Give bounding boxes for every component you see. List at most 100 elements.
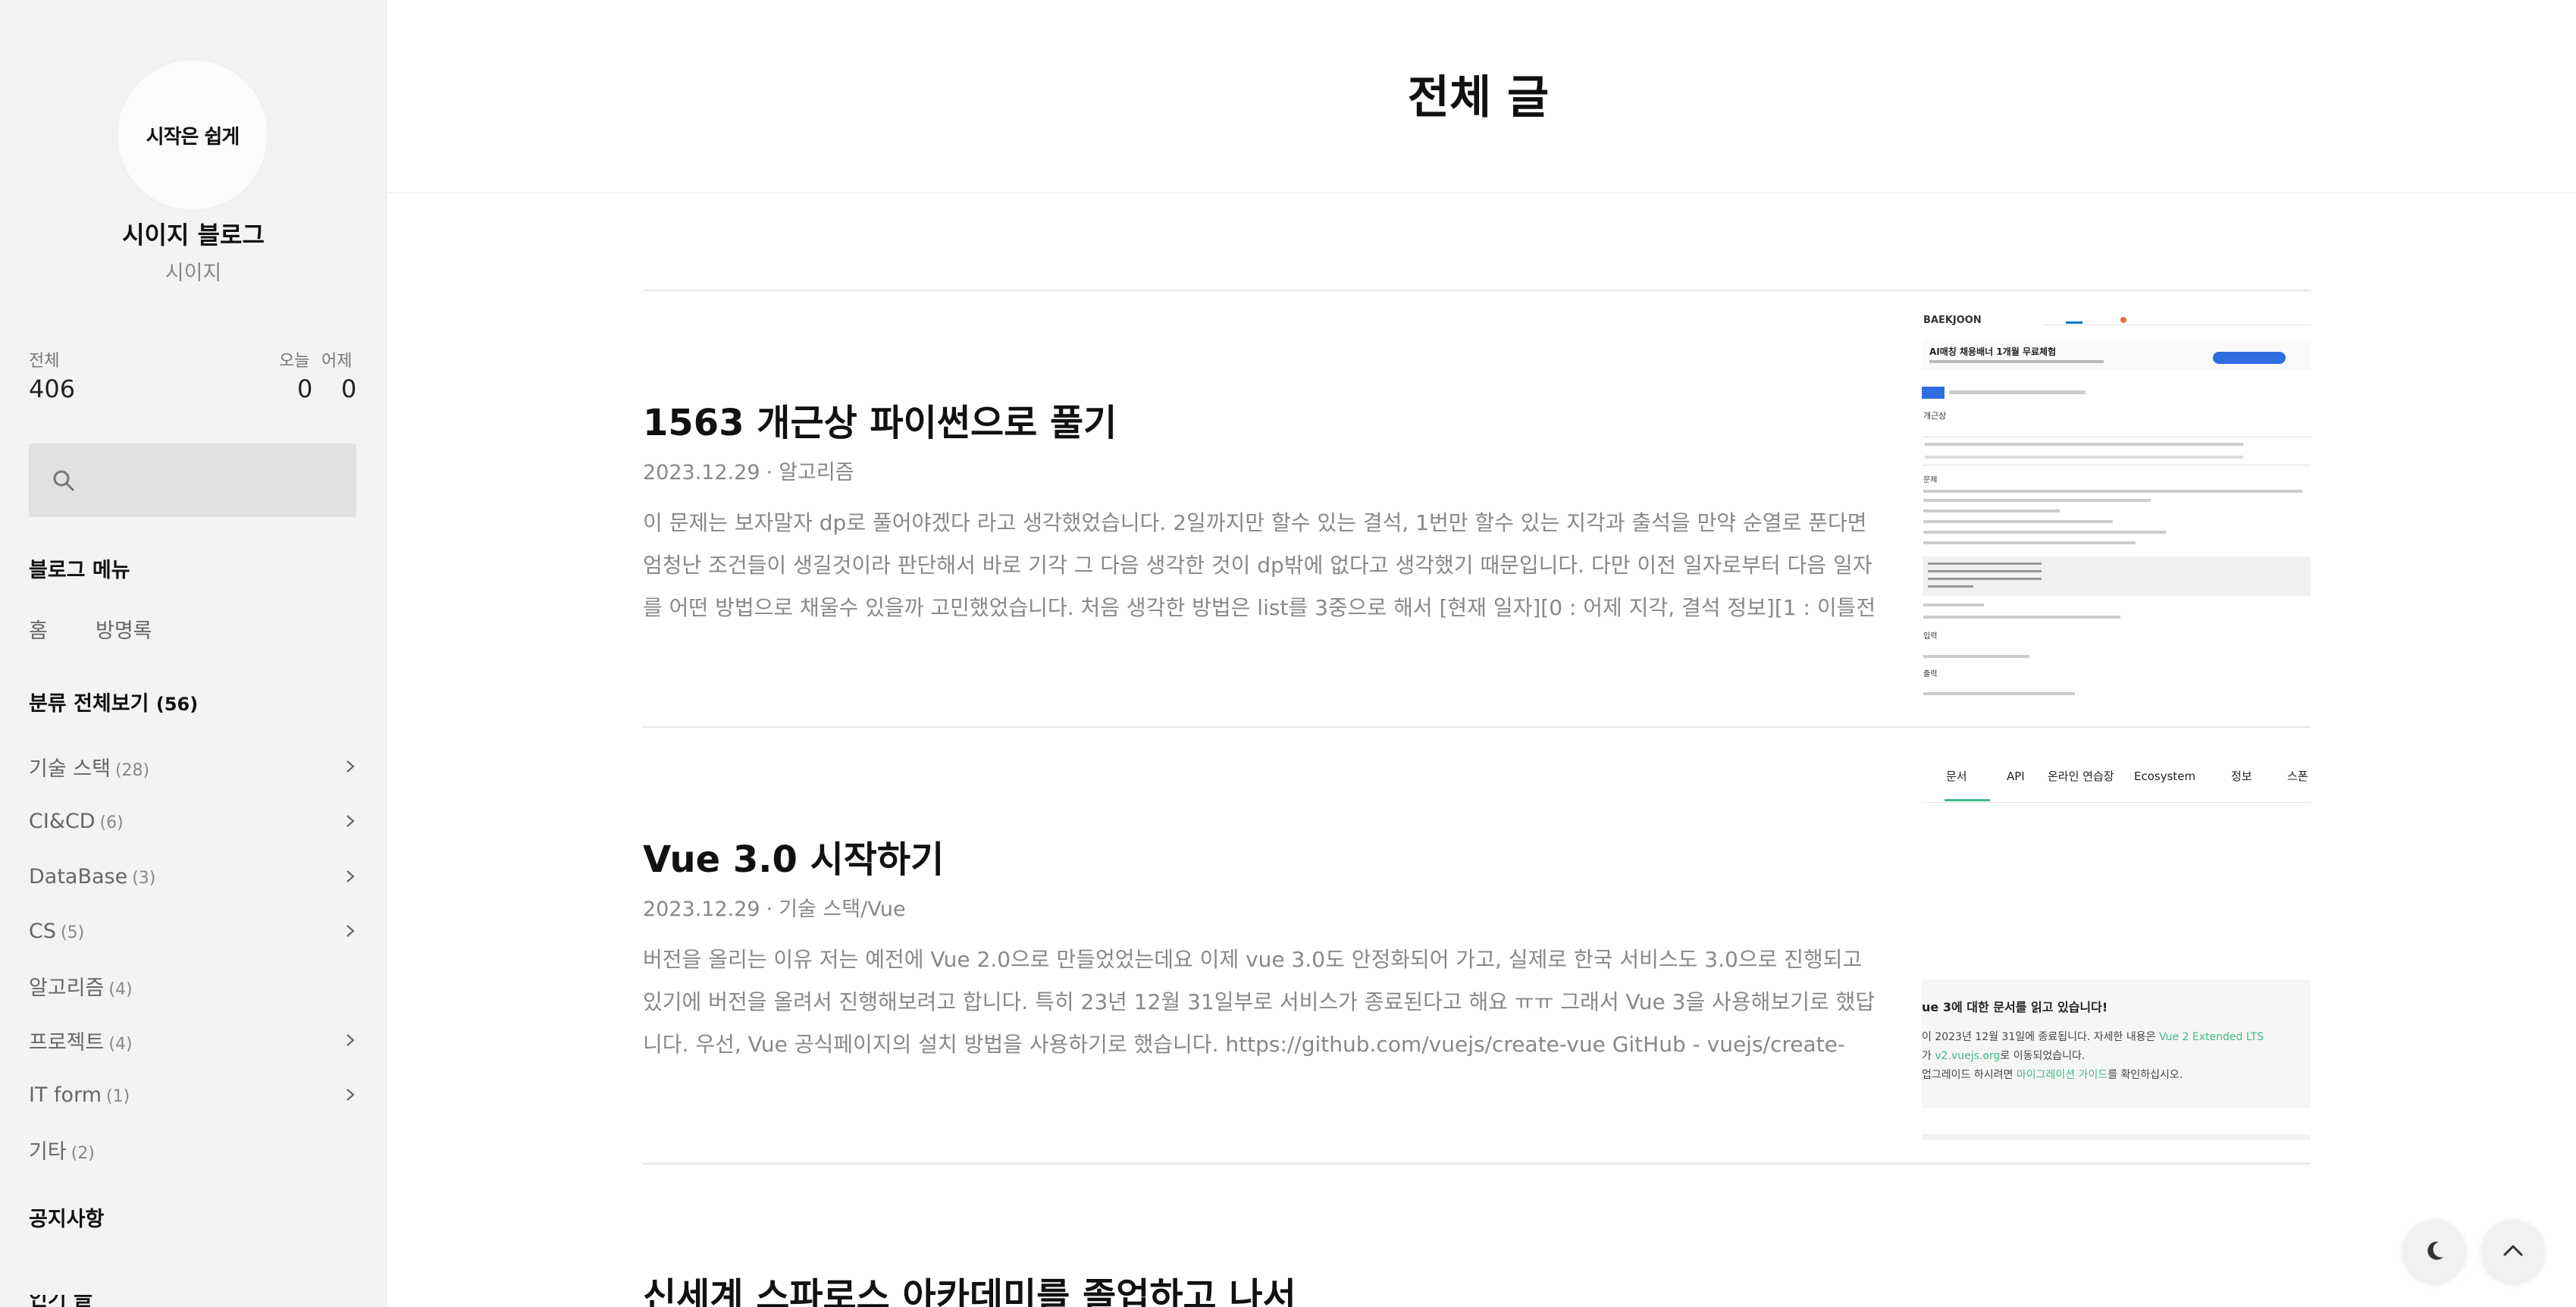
- stat-yesterday-value: 0: [341, 375, 357, 403]
- vue-nav-about: 정보: [2231, 769, 2252, 783]
- vue-notice-line2-suffix: 로 이동되었습니다.: [2000, 1050, 2085, 1062]
- vue-notice-line3-suffix: 를 확인하십시오.: [2107, 1069, 2183, 1081]
- search-input[interactable]: [29, 444, 356, 517]
- stat-today-label: 오늘: [279, 352, 310, 371]
- chevron-right-icon[interactable]: [343, 759, 358, 774]
- post-meta: 2023.12.29 · 알고리즘: [643, 461, 854, 484]
- vue-nav-sponsor: 스폰: [2287, 769, 2308, 783]
- moon-icon: [2427, 1241, 2443, 1260]
- post-title[interactable]: 신세계 스파로스 아카데미를 졸업하고 나서: [643, 1266, 1296, 1307]
- vue-notice-link2: v2.vuejs.org: [1935, 1050, 2000, 1062]
- category-count: (28): [114, 760, 150, 780]
- stat-total-label: 전체: [29, 352, 60, 371]
- post-divider: [643, 726, 2311, 728]
- baekjoon-label-input: 입력: [1923, 631, 1937, 641]
- category-item-project[interactable]: 프로젝트 (4): [29, 1023, 358, 1057]
- post-divider: [643, 1163, 2311, 1164]
- post-excerpt[interactable]: 이 문제는 보자말자 dp로 풀어야겠다 라고 생각했었습니다. 2일까지만 할…: [643, 502, 1885, 629]
- category-item-tech-stack[interactable]: 기술 스택 (28): [29, 750, 358, 783]
- post-divider: [643, 290, 2311, 291]
- svg-text:가 v2.vuejs.org로 이동되었습니다.: 가 v2.vuejs.org로 이동되었습니다.: [1922, 1050, 2085, 1062]
- blog-menu-heading: 블로그 메뉴: [29, 559, 130, 582]
- baekjoon-label-output: 출력: [1923, 669, 1937, 679]
- chevron-up-icon: [2503, 1245, 2523, 1256]
- category-label: 알고리즘: [29, 976, 105, 1000]
- vue-nav-ecosystem: Ecosystem: [2134, 769, 2195, 783]
- chevron-right-icon[interactable]: [343, 1087, 358, 1102]
- menu-link-guestbook[interactable]: 방명록: [96, 614, 152, 644]
- vue-notice-link3: 마이그레이션 가이드: [2017, 1069, 2107, 1081]
- category-count: (5): [61, 923, 85, 942]
- category-item-cicd[interactable]: CI&CD (6): [29, 804, 358, 838]
- category-item-algorithm[interactable]: 알고리즘 (4): [29, 969, 358, 1002]
- chevron-right-icon[interactable]: [343, 1033, 358, 1048]
- baekjoon-logo: BAEKJOON: [1923, 315, 1982, 326]
- category-label: 기타: [29, 1139, 67, 1164]
- baekjoon-ad-title: AI매칭 채용배너 1개월 무료체험: [1929, 346, 2056, 357]
- category-count: (6): [99, 813, 124, 832]
- category-count: (4): [108, 1034, 133, 1054]
- popular-posts-label: 인기 글: [29, 1295, 92, 1307]
- vue-notice-line3: 업그레이드 하시려면: [1922, 1069, 2017, 1081]
- category-label: 프로젝트: [29, 1030, 105, 1055]
- post-excerpt[interactable]: 버전을 올리는 이유 저는 예전에 Vue 2.0으로 만들었었는데요 이제 v…: [643, 939, 1885, 1066]
- page-header: 전체 글: [387, 0, 2576, 193]
- popular-posts-heading: 인기 글: [29, 1295, 92, 1307]
- notice-heading: 공지사항: [29, 1208, 105, 1231]
- vue-nav-api: API: [2007, 769, 2025, 783]
- category-item-it-form[interactable]: IT form (1): [29, 1078, 358, 1111]
- category-item-cs[interactable]: CS (5): [29, 914, 358, 948]
- vue-nav-playground: 온라인 연습장: [2048, 769, 2114, 783]
- main-content: 전체 글 1563 개근상 파이썬으로 풀기 2023.12.29 · 알고리즘 이…: [387, 0, 2576, 1307]
- vue-docs-screenshot: 문서 API 온라인 연습장 Ecosystem 정보 스폰 ue 3에 대한 …: [1922, 749, 2311, 1140]
- post-thumbnail[interactable]: BAEKJOON AI매칭 채용배너 1개월 무료체험 개근상 문제 입력 출력: [1922, 309, 2311, 704]
- stat-total-value: 406: [29, 375, 76, 403]
- category-item-database[interactable]: DataBase (3): [29, 860, 358, 893]
- baekjoon-screenshot: BAEKJOON AI매칭 채용배너 1개월 무료체험 개근상 문제 입력 출력: [1922, 309, 2311, 704]
- stat-today-value: 0: [297, 375, 313, 403]
- post-category[interactable]: 기술 스택/Vue: [779, 898, 905, 921]
- sidebar: 시작은 쉽게 시이지 블로그 시이지 전체 406 오늘 0 어제 0 블로그 …: [0, 0, 387, 1307]
- category-count: (2): [71, 1143, 95, 1163]
- category-count: (3): [132, 868, 156, 888]
- avatar[interactable]: 시작은 쉽게: [117, 59, 268, 211]
- svg-text:업그레이드 하시려면 마이그레이션 가이드를 확인하십시오.: 업그레이드 하시려면 마이그레이션 가이드를 확인하십시오.: [1922, 1069, 2183, 1081]
- post-date: 2023.12.29: [643, 461, 760, 484]
- category-count: (4): [108, 979, 133, 999]
- vue-notice-link1: Vue 2 Extended LTS: [2159, 1031, 2264, 1043]
- category-item-etc[interactable]: 기타 (2): [29, 1133, 358, 1166]
- menu-link-home[interactable]: 홈: [29, 614, 48, 644]
- vue-notice-line2: 가: [1922, 1050, 1935, 1062]
- page-title: 전체 글: [1407, 71, 1550, 124]
- post-title[interactable]: Vue 3.0 시작하기: [643, 829, 944, 882]
- category-label: IT form: [29, 1083, 102, 1107]
- baekjoon-label-problem: 문제: [1923, 475, 1937, 484]
- category-all-count: (56): [155, 694, 199, 715]
- post-date: 2023.12.29: [643, 898, 760, 921]
- post-title[interactable]: 1563 개근상 파이썬으로 풀기: [643, 393, 1117, 446]
- svg-text:이 2023년 12월 31일에 종료됩니다. 자세한 내용: 이 2023년 12월 31일에 종료됩니다. 자세한 내용은 Vue 2 Ex…: [1922, 1031, 2264, 1043]
- post-category[interactable]: 알고리즘: [779, 461, 854, 484]
- avatar-text: 시작은 쉽게: [146, 125, 240, 149]
- scroll-top-button[interactable]: [2482, 1220, 2544, 1282]
- category-all-heading[interactable]: 분류 전체보기 (56): [29, 687, 198, 716]
- category-label: DataBase: [29, 864, 128, 889]
- post-thumbnail[interactable]: 문서 API 온라인 연습장 Ecosystem 정보 스폰 ue 3에 대한 …: [1922, 749, 2311, 1140]
- category-count: (1): [106, 1086, 130, 1106]
- category-label: CS: [29, 919, 56, 943]
- dark-mode-button[interactable]: [2403, 1220, 2465, 1282]
- blog-owner: 시이지: [165, 262, 222, 285]
- post-meta: 2023.12.29 · 기술 스택/Vue: [643, 898, 906, 921]
- baekjoon-problem-title: 개근상: [1923, 411, 1946, 421]
- vue-nav-docs: 문서: [1946, 769, 1967, 783]
- chevron-right-icon[interactable]: [343, 813, 358, 829]
- category-label: CI&CD: [29, 809, 96, 833]
- vue-notice-line1: 이 2023년 12월 31일에 종료됩니다. 자세한 내용은: [1922, 1031, 2159, 1043]
- chevron-right-icon[interactable]: [343, 923, 358, 939]
- blog-name[interactable]: 시이지 블로그: [0, 216, 387, 251]
- chevron-right-icon[interactable]: [343, 869, 358, 884]
- vue-notice-title: ue 3에 대한 문서를 읽고 있습니다!: [1922, 1000, 2107, 1014]
- search-icon[interactable]: [52, 469, 76, 493]
- category-label: 기술 스택: [29, 757, 111, 781]
- stat-yesterday-label: 어제: [321, 352, 353, 371]
